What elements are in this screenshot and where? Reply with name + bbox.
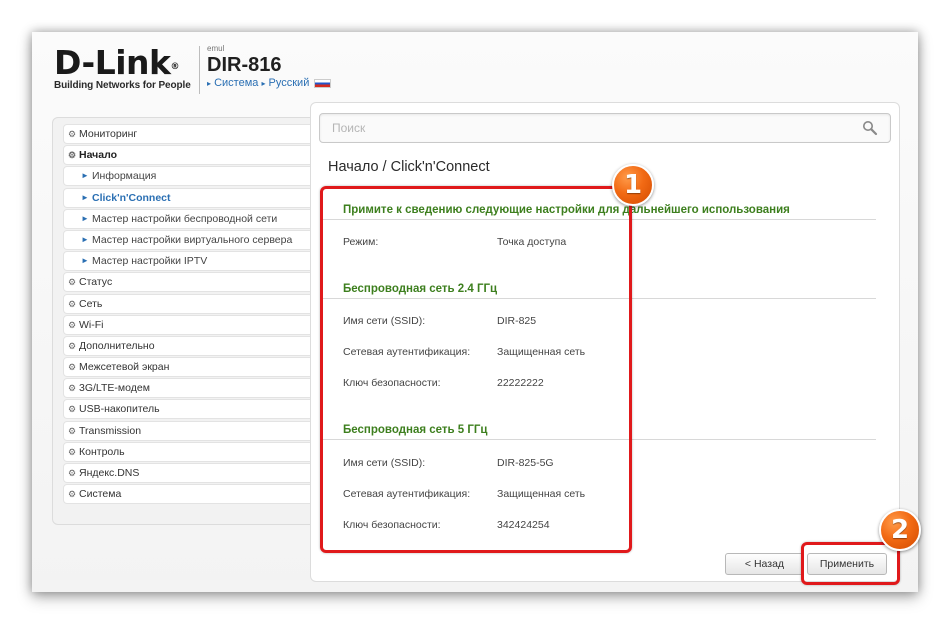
sidebar-item-usb-storage[interactable]: ⚙ USB-накопитель [63, 399, 327, 420]
sidebar-item-label: Контроль [79, 445, 125, 458]
sidebar-item-label: Мастер настройки виртуального сервера [92, 233, 293, 246]
step-badge-1: 1 [612, 164, 654, 206]
sidebar-item-label: Яндекс.DNS [79, 467, 140, 479]
highlight-box-settings [320, 186, 632, 553]
model-info: emul DIR-816 ▸ Система ▸ Русский [207, 44, 332, 91]
sidebar-item-iptv-wizard[interactable]: ► Мастер настройки IPTV [63, 251, 327, 272]
sidebar-item-label: Мониторинг [79, 128, 138, 140]
highlight-box-apply [801, 542, 900, 585]
dlink-logo: D-Link® Building Networks for People [54, 43, 194, 92]
sidebar-item-label: Информация [92, 170, 157, 183]
sidebar-item-label: Мастер настройки беспроводной сети [92, 212, 278, 225]
gear-icon: ⚙ [68, 425, 77, 436]
system-link[interactable]: Система [214, 77, 258, 89]
sidebar-item-wireless-wizard[interactable]: ► Мастер настройки беспроводной сети [63, 208, 327, 229]
sidebar-item-click-n-connect[interactable]: ► Click'n'Connect [63, 187, 327, 208]
gear-icon: ⚙ [68, 150, 77, 161]
sidebar-item-information[interactable]: ► Информация [63, 166, 327, 187]
arrow-right-icon: ► [81, 213, 89, 223]
arrow-right-icon: ▸ [261, 79, 266, 88]
search-input[interactable] [320, 114, 840, 142]
sidebar-item-control[interactable]: ⚙ Контроль [63, 441, 327, 462]
arrow-right-icon: ► [81, 256, 89, 266]
sidebar-item-label: Начало [79, 149, 118, 162]
sidebar-item-label: Мастер настройки IPTV [92, 255, 208, 268]
sidebar-item-virtual-server-wizard[interactable]: ► Мастер настройки виртуального сервера [63, 229, 327, 250]
russian-flag-icon[interactable] [314, 78, 332, 88]
sidebar-item-label: Сеть [79, 297, 103, 310]
gear-icon: ⚙ [68, 277, 77, 288]
logo-registered-mark: ® [170, 62, 179, 72]
model-prefix: emul [207, 44, 225, 53]
logo-tagline: Building Networks for People [54, 80, 191, 91]
sidebar-item-network[interactable]: ⚙ Сеть [63, 293, 327, 314]
gear-icon: ⚙ [68, 404, 77, 415]
language-link[interactable]: Русский [269, 77, 310, 89]
breadcrumb-parent[interactable]: Начало / [328, 159, 387, 175]
sidebar-item-monitoring[interactable]: ⚙ Мониторинг [63, 124, 327, 144]
router-web-interface: D-Link® Building Networks for People emu… [32, 32, 921, 592]
logo-text: D-Link [54, 43, 171, 82]
search-box [319, 113, 891, 143]
step-badge-2: 2 [879, 509, 921, 551]
gear-icon: ⚙ [68, 468, 77, 478]
sidebar-item-label: Дополнительно [79, 339, 155, 352]
sidebar-item-yandex-dns[interactable]: ⚙ Яндекс.DNS [63, 463, 327, 483]
sidebar-menu: ⚙ Мониторинг ⚙ Начало ► Информация ► Click'n… [52, 117, 338, 525]
header-divider [199, 46, 200, 94]
sidebar-item-lte-modem[interactable]: ⚙ 3G/LTE-модем [63, 378, 327, 399]
sidebar-item-label: Wi-Fi [79, 318, 104, 331]
gear-icon: ⚙ [68, 489, 77, 500]
arrow-right-icon: ▸ [207, 79, 212, 88]
sidebar-item-label: USB-накопитель [79, 403, 160, 416]
arrow-right-icon: ► [81, 234, 89, 244]
gear-icon: ⚙ [68, 298, 77, 309]
sidebar-item-wifi[interactable]: ⚙ Wi-Fi [63, 314, 327, 335]
gear-icon: ⚙ [68, 362, 77, 373]
sidebar-item-label: Transmission [79, 424, 142, 437]
sidebar-item-status[interactable]: ⚙ Статус [63, 272, 327, 293]
arrow-right-icon: ► [81, 192, 89, 202]
sidebar-item-label: 3G/LTE-модем [79, 382, 150, 395]
back-button[interactable]: < Назад [725, 553, 804, 575]
gear-icon: ⚙ [68, 383, 77, 394]
gear-icon: ⚙ [68, 340, 77, 351]
sidebar-item-advanced[interactable]: ⚙ Дополнительно [63, 335, 327, 356]
gear-icon: ⚙ [68, 319, 77, 330]
sidebar-item-system[interactable]: ⚙ Система [63, 484, 327, 505]
sidebar-item-start[interactable]: ⚙ Начало [63, 145, 327, 166]
header-links: ▸ Система ▸ Русский [207, 76, 332, 91]
sidebar-item-firewall[interactable]: ⚙ Межсетевой экран [63, 357, 327, 378]
breadcrumb-current: Click'n'Connect [390, 159, 490, 175]
sidebar-item-label: Система [79, 488, 122, 501]
sidebar-item-label: Click'n'Connect [92, 191, 171, 204]
sidebar-item-transmission[interactable]: ⚙ Transmission [63, 420, 327, 441]
gear-icon: ⚙ [68, 129, 77, 139]
sidebar-item-label: Статус [79, 276, 113, 289]
sidebar-item-label: Межсетевой экран [79, 361, 170, 374]
search-icon[interactable] [862, 120, 878, 136]
arrow-right-icon: ► [81, 171, 89, 181]
breadcrumb: Начало / Click'n'Connect [328, 159, 490, 175]
gear-icon: ⚙ [68, 446, 77, 457]
model-name: DIR-816 [207, 54, 282, 76]
